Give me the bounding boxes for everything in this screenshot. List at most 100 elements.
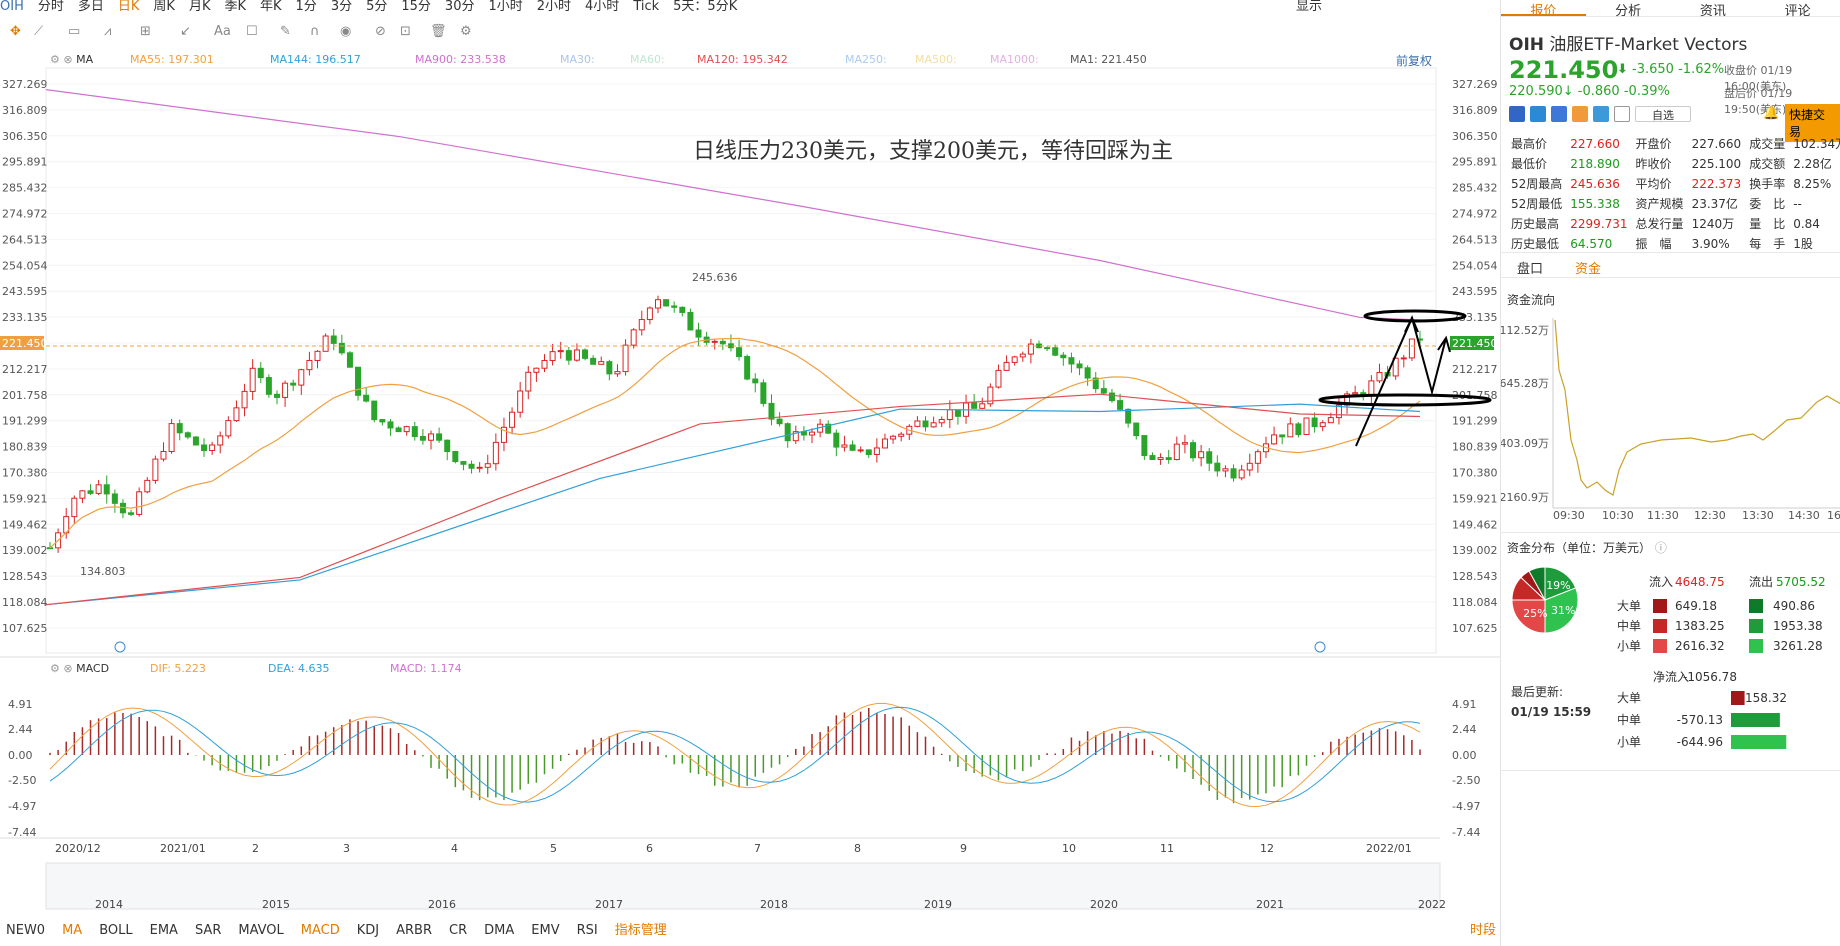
candle bbox=[654, 299, 661, 309]
stat-cell: 225.100 bbox=[1691, 157, 1742, 171]
stats-table: 最高价 227.660 开盘价 227.660 成交量 102.34万最低价 218.890… bbox=[1509, 133, 1840, 255]
price-tick-left: 118.084 bbox=[2, 596, 48, 609]
wave-icon[interactable] bbox=[1572, 106, 1588, 122]
indicator-6[interactable]: MACD bbox=[301, 923, 340, 938]
tag-icon[interactable] bbox=[1593, 106, 1609, 122]
quote-tab-0[interactable]: 报价 bbox=[1501, 0, 1586, 19]
tab-funds[interactable]: 资金 bbox=[1575, 262, 1601, 277]
price-tick-left: 254.054 bbox=[2, 259, 48, 272]
bell-icon[interactable]: 🔔 bbox=[1763, 106, 1779, 121]
indicator-4[interactable]: SAR bbox=[195, 923, 221, 938]
candle bbox=[1295, 423, 1302, 436]
help-icon[interactable]: ⓘ bbox=[1655, 541, 1667, 555]
stat-cell: 开盘价 bbox=[1635, 137, 1672, 151]
stat-cell: 227.660 bbox=[1691, 137, 1742, 151]
stat-cell: 218.890 bbox=[1570, 157, 1620, 171]
out-value: 3261.28 bbox=[1773, 639, 1823, 653]
candle bbox=[573, 349, 580, 361]
follow-button[interactable]: 自选 bbox=[1635, 106, 1691, 122]
candle bbox=[436, 433, 443, 441]
stat-cell: 平均价 bbox=[1635, 177, 1672, 191]
candle bbox=[1044, 347, 1051, 350]
pie-slice bbox=[1544, 587, 1579, 634]
candle bbox=[217, 435, 224, 446]
indicator-10[interactable]: DMA bbox=[484, 923, 514, 938]
indicator-8[interactable]: ARBR bbox=[396, 923, 432, 938]
flag-icon[interactable] bbox=[1509, 106, 1525, 122]
stat-cell: 8.25% bbox=[1793, 177, 1832, 191]
macd-tick-right: 0.00 bbox=[1452, 749, 1477, 762]
price-tick-right: 306.350 bbox=[1452, 130, 1498, 143]
indicator-0[interactable]: NEW0 bbox=[6, 923, 45, 938]
candle bbox=[1230, 468, 1237, 479]
flow-time: 09:30 bbox=[1553, 509, 1585, 522]
session-button[interactable]: 时段 bbox=[1470, 918, 1496, 944]
price-tick-left: 149.462 bbox=[2, 518, 48, 531]
stat-cell: 成交量 bbox=[1749, 137, 1786, 151]
price-tick-left: 327.269 bbox=[2, 78, 48, 91]
candle bbox=[979, 403, 986, 409]
date-tick: 8 bbox=[854, 842, 861, 855]
candle bbox=[152, 458, 159, 481]
candle bbox=[736, 347, 743, 358]
price-tick-left: 264.513 bbox=[2, 233, 48, 246]
price-tick-left: 295.891 bbox=[2, 156, 48, 169]
indicator-1[interactable]: MA bbox=[62, 923, 82, 938]
candle bbox=[1279, 434, 1286, 438]
settings-icon[interactable]: ⚙ bbox=[50, 53, 60, 66]
indicator-5[interactable]: MAVOL bbox=[238, 923, 283, 938]
candle bbox=[841, 444, 848, 448]
quote-tab-1[interactable]: 分析 bbox=[1586, 0, 1671, 19]
flow-tick: -645.28万 bbox=[1501, 377, 1549, 390]
indicator-13[interactable]: 指标管理 bbox=[615, 923, 667, 938]
indicator-2[interactable]: BOLL bbox=[99, 923, 132, 938]
indicator-11[interactable]: EMV bbox=[531, 923, 559, 938]
in-swatch bbox=[1653, 619, 1667, 633]
candle bbox=[1100, 388, 1107, 394]
stat-cell: 最低价 bbox=[1511, 157, 1548, 171]
price-tick-left: 180.839 bbox=[2, 441, 48, 454]
ma55-label: MA55: 197.301 bbox=[130, 53, 214, 66]
year-tick: 2016 bbox=[428, 898, 456, 911]
candle bbox=[371, 400, 378, 421]
candle bbox=[1254, 451, 1261, 464]
stat-cell: 昨收价 bbox=[1635, 157, 1672, 171]
stat-cell: 23.37亿 bbox=[1691, 197, 1738, 211]
stat-cell: 52周最低 bbox=[1511, 197, 1563, 211]
price-tick-left: 159.921 bbox=[2, 492, 48, 505]
quote-tab-2[interactable]: 资讯 bbox=[1671, 0, 1756, 19]
indicator-3[interactable]: EMA bbox=[150, 923, 178, 938]
candle bbox=[290, 382, 297, 386]
adjust-button[interactable]: 前复权 bbox=[1396, 52, 1432, 69]
candle bbox=[265, 377, 272, 395]
price-tick-right: 327.269 bbox=[1452, 78, 1498, 91]
s-icon[interactable] bbox=[1551, 106, 1567, 122]
date-tick: 5 bbox=[550, 842, 557, 855]
price-tick-left: 274.972 bbox=[2, 208, 48, 221]
stat-cell: 最高价 bbox=[1511, 137, 1548, 151]
year-tick: 2015 bbox=[262, 898, 290, 911]
candle bbox=[233, 407, 240, 422]
candle bbox=[1003, 361, 1010, 371]
stat-cell: -- bbox=[1793, 197, 1802, 211]
dif-line bbox=[49, 702, 1421, 808]
date-tick: 3 bbox=[343, 842, 350, 855]
indicator-12[interactable]: RSI bbox=[577, 923, 598, 938]
price-tick-right: 221.450 bbox=[1452, 337, 1498, 350]
price-tick-right: 159.921 bbox=[1452, 492, 1498, 505]
flow-time: 12:30 bbox=[1694, 509, 1726, 522]
ma120-label: MA120: 195.342 bbox=[697, 53, 788, 66]
last-price: 221.450 bbox=[1509, 56, 1619, 84]
indicator-7[interactable]: KDJ bbox=[357, 923, 379, 938]
price-tick-left: 139.002 bbox=[2, 544, 48, 557]
out-swatch bbox=[1749, 619, 1763, 633]
quote-tab-3[interactable]: 评论 bbox=[1755, 0, 1840, 19]
post-price: 220.590 bbox=[1509, 84, 1563, 99]
candle bbox=[1133, 422, 1140, 437]
lightning-icon[interactable] bbox=[1530, 106, 1546, 122]
indicator-9[interactable]: CR bbox=[449, 923, 467, 938]
candle bbox=[144, 479, 151, 493]
year-tick: 2020 bbox=[1090, 898, 1118, 911]
tab-pankou[interactable]: 盘口 bbox=[1517, 262, 1543, 277]
note-icon[interactable] bbox=[1614, 106, 1630, 122]
